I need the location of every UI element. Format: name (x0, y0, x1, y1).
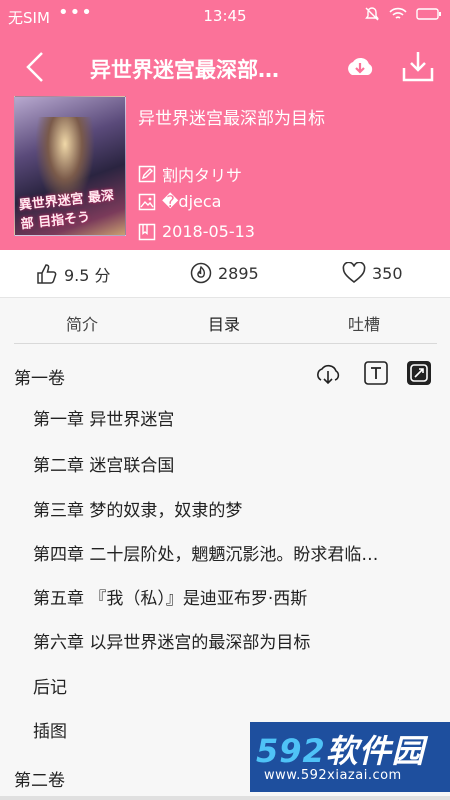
chapter-item[interactable]: 后记 (33, 673, 443, 698)
chapter-item[interactable]: 第一章 异世界迷宫 (33, 405, 443, 430)
thumbs-up-icon (37, 264, 57, 284)
volume-title: 第二卷 (14, 771, 65, 791)
hot-stat[interactable]: 2895 (190, 262, 259, 284)
favorite-stat[interactable]: 350 (342, 262, 403, 284)
book-name: 异世界迷宫最深部为目标 (138, 109, 325, 129)
author-row: 割内タリサ (138, 162, 242, 186)
date-row: 2018-05-13 (138, 222, 255, 241)
volume-download-icon[interactable] (313, 358, 343, 388)
text-mode-icon[interactable] (361, 358, 391, 388)
download-icon[interactable] (400, 48, 436, 84)
watermark-url: www.592xiazai.com (264, 768, 402, 783)
bottom-divider (0, 796, 450, 800)
flame-icon (190, 262, 212, 284)
calendar-icon (138, 223, 156, 240)
favorite-value: 350 (372, 263, 403, 283)
stats-bar: 9.5 分 2895 350 (0, 250, 450, 298)
site-watermark: 592软件园 www.592xiazai.com (250, 722, 450, 792)
hot-value: 2895 (218, 263, 259, 283)
watermark-number: 592 (256, 732, 326, 770)
watermark-text: 软件园 (325, 732, 425, 770)
system-icons (364, 6, 442, 22)
author-name: 割内タリサ (162, 166, 243, 185)
heart-icon (342, 262, 366, 284)
tab-comments[interactable]: 吐槽 (348, 311, 380, 335)
rating-stat[interactable]: 9.5 分 (36, 262, 111, 286)
book-cover[interactable]: 異世界迷宮 最深部 目指そう (14, 96, 126, 236)
chapter-item[interactable]: 第五章 『我（私）』是迪亚布罗·西斯 (33, 584, 443, 609)
battery-icon (416, 8, 441, 20)
cloud-download-icon[interactable] (343, 50, 377, 84)
illustrator-name: �djeca (162, 192, 222, 211)
cover-title-art: 異世界迷宮 最深部 目指そう (18, 188, 115, 233)
book-header: 异世界迷宫最深部… 異世界迷宮 最深部 目指そう 异世界迷宫最深部为目标 割内タ… (0, 32, 450, 250)
publish-date: 2018-05-13 (162, 222, 255, 241)
illustrator-row: �djeca (138, 192, 221, 211)
back-arrow-icon[interactable] (20, 50, 50, 84)
tab-contents[interactable]: 目录 (208, 311, 240, 335)
rating-value: 9.5 分 (64, 266, 111, 285)
mute-icon (365, 7, 379, 21)
image-icon (138, 193, 156, 210)
status-bar: 无SIM ••• 13:45 (0, 0, 450, 32)
volume-header[interactable]: 第一卷 (0, 358, 450, 392)
select-all-icon[interactable] (404, 358, 434, 388)
volume-title: 第一卷 (14, 369, 65, 389)
tab-bar: 简介 目录 吐槽 (0, 298, 450, 344)
tab-divider (14, 343, 437, 344)
tab-summary[interactable]: 简介 (66, 311, 98, 335)
chapter-item[interactable]: 第四章 二十层阶处，魍魉沉影池。盼求君临… (33, 540, 443, 565)
chapter-item[interactable]: 第三章 梦的奴隶，奴隶的梦 (33, 496, 443, 521)
page-title: 异世界迷宫最深部… (90, 58, 279, 82)
pen-icon (138, 165, 156, 183)
chapter-item[interactable]: 第二章 迷宫联合国 (33, 451, 443, 476)
watermark-logo: 592软件园 (256, 726, 425, 772)
wifi-icon (389, 7, 407, 19)
chapter-item[interactable]: 第六章 以异世界迷宫的最深部为目标 (33, 628, 443, 653)
